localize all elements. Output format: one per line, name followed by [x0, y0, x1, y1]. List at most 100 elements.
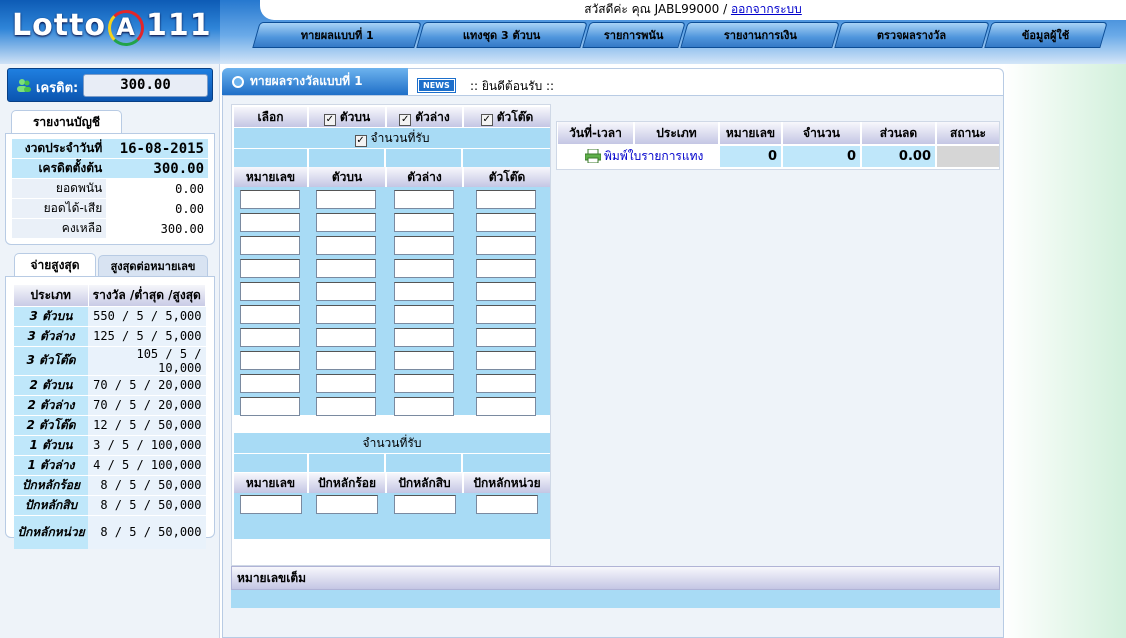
report-number: 0 [720, 146, 782, 167]
tod-amount-input[interactable] [476, 190, 536, 209]
number-input[interactable] [240, 397, 300, 416]
bottom-amount-input[interactable] [394, 236, 454, 255]
top-amount-input[interactable] [316, 397, 376, 416]
number-input[interactable] [240, 328, 300, 347]
bottom-amount-input[interactable] [394, 259, 454, 278]
tod-amount-input[interactable] [476, 374, 536, 393]
page-title-bar: ทายผลรางวัลแบบที่ 1 NEWS :: ยินดีต้อนรับ… [222, 68, 1004, 95]
report-discount: 0.00 [862, 146, 936, 167]
printer-icon [585, 149, 601, 163]
tod-amount-input[interactable] [476, 236, 536, 255]
account-table: งวดประจำวันที่ 16-08-2015 เครดิตตั้งต้น 30… [12, 139, 208, 239]
top-amount-input[interactable] [316, 213, 376, 232]
report-status [937, 146, 999, 167]
tab-max-payout[interactable]: จ่ายสูงสุด [14, 253, 96, 277]
bet-form: เลือก ✓ ตัวบน ✓ ตัวล่าง ✓ ตัวโต๊ด ✓ จำนวนที่… [231, 104, 551, 566]
top-amount-input[interactable] [316, 236, 376, 255]
credit-panel: เครดิต: 300.00 [7, 68, 213, 102]
table-row: 3 ตัวโต๊ด 105 / 5 / 10,000 [14, 345, 206, 375]
nav-tab-bet-set-3-top[interactable]: แทงชุด 3 ตัวบน [416, 22, 588, 48]
table-row: คงเหลือ 300.00 [12, 218, 208, 239]
bottom-amount-input[interactable] [394, 397, 454, 416]
nav-tab-check-results[interactable]: ตรวจผลรางวัล [834, 22, 990, 48]
top-amount-input[interactable] [316, 259, 376, 278]
tab-account-report[interactable]: รายงานบัญชี [11, 110, 122, 134]
tod-amount-input[interactable] [476, 213, 536, 232]
credit-label: เครดิต: [36, 81, 79, 96]
table-row: ปักหลักสิบ 8 / 5 / 50,000 [14, 494, 206, 515]
number-input[interactable] [240, 282, 300, 301]
pin-entry-grid [234, 493, 550, 539]
option-tod[interactable]: ✓ ตัวโต๊ด [464, 107, 550, 127]
bottom-amount-input[interactable] [394, 351, 454, 370]
pin-units-input[interactable] [476, 495, 538, 514]
accepted-amount-row: ✓ จำนวนที่รับ [234, 128, 550, 148]
page-title: ทายผลรางวัลแบบที่ 1 [222, 68, 408, 95]
tod-amount-input[interactable] [476, 351, 536, 370]
option-top[interactable]: ✓ ตัวบน [309, 107, 386, 127]
number-input[interactable] [240, 259, 300, 278]
main-content: ทายผลรางวัลแบบที่ 1 NEWS :: ยินดีต้อนรับ… [222, 68, 1004, 638]
checkbox-bottom[interactable]: ✓ [399, 114, 412, 126]
number-input[interactable] [240, 351, 300, 370]
bottom-amount-input[interactable] [394, 374, 454, 393]
tab-max-per-number[interactable]: สูงสุดต่อหมายเลข [98, 255, 208, 277]
news-text: :: ยินดีต้อนรับ :: [470, 79, 555, 93]
nav-tab-finance-report[interactable]: รายงานการเงิน [680, 22, 840, 48]
tod-amount-input[interactable] [476, 305, 536, 324]
logout-link[interactable]: ออกจากระบบ [731, 2, 802, 16]
bottom-amount-input[interactable] [394, 282, 454, 301]
number-input[interactable] [240, 190, 300, 209]
top-amount-input[interactable] [316, 305, 376, 324]
pin-number-input[interactable] [240, 495, 302, 514]
lotto-logo: Lotto A 111 [0, 0, 220, 64]
table-row: 2 ตัวล่าง 70 / 5 / 20,000 [14, 394, 206, 415]
tod-amount-input[interactable] [476, 282, 536, 301]
tod-amount-input[interactable] [476, 259, 536, 278]
table-row: เครดิตตั้งต้น 300.00 [12, 158, 208, 179]
pin-tens-input[interactable] [394, 495, 456, 514]
account-report-panel: งวดประจำวันที่ 16-08-2015 เครดิตตั้งต้น 30… [5, 133, 215, 245]
bottom-amount-input[interactable] [394, 213, 454, 232]
table-row: 2 ตัวโต๊ด 12 / 5 / 50,000 [14, 414, 206, 435]
number-input[interactable] [240, 374, 300, 393]
bottom-amount-input[interactable] [394, 328, 454, 347]
table-row: 2 ตัวบน 70 / 5 / 20,000 [14, 374, 206, 395]
checkbox-tod[interactable]: ✓ [480, 114, 493, 126]
users-icon [17, 79, 31, 92]
number-input[interactable] [240, 213, 300, 232]
tod-amount-input[interactable] [476, 328, 536, 347]
table-row: 1 ตัวล่าง 4 / 5 / 100,000 [14, 454, 206, 475]
top-amount-input[interactable] [316, 190, 376, 209]
nav-tab-bet-list[interactable]: รายการพนัน [582, 22, 686, 48]
checkbox-accepted[interactable]: ✓ [354, 135, 367, 147]
news-badge: NEWS [418, 79, 455, 92]
select-label: เลือก [234, 107, 308, 127]
top-amount-input[interactable] [316, 282, 376, 301]
number-input[interactable] [240, 305, 300, 324]
top-amount-input[interactable] [316, 351, 376, 370]
bet-report-table: วันที่-เวลา ประเภท หมายเลข จำนวน ส่วนลด … [556, 121, 1000, 170]
bottom-amount-input[interactable] [394, 305, 454, 324]
bottom-amount-input[interactable] [394, 190, 454, 209]
full-numbers-body [231, 590, 1000, 608]
nav-tab-user-info[interactable]: ข้อมูลผู้ใช้ [984, 22, 1108, 48]
top-amount-input[interactable] [316, 328, 376, 347]
table-row: ปักหลักร้อย 8 / 5 / 50,000 [14, 474, 206, 495]
pin-hundreds-input[interactable] [316, 495, 378, 514]
top-amount-input[interactable] [316, 374, 376, 393]
number-input[interactable] [240, 236, 300, 255]
table-row: งวดประจำวันที่ 16-08-2015 [12, 139, 208, 159]
nav-tab-guess-type-1[interactable]: ทายผลแบบที่ 1 [252, 22, 422, 48]
credit-value: 300.00 [83, 74, 208, 97]
checkbox-top[interactable]: ✓ [323, 114, 336, 126]
welcome-text: สวัสดีค่ะ คุณ JABL99000 / [584, 2, 728, 16]
option-bottom[interactable]: ✓ ตัวล่าง [387, 107, 463, 127]
table-row: ยอดพนัน 0.00 [12, 178, 208, 199]
tod-amount-input[interactable] [476, 397, 536, 416]
left-sidebar: Lotto A 111 เครดิต: 300.00 รายงานบัญชี งวด… [0, 0, 220, 638]
print-bet-slip-link[interactable]: พิมพ์ใบรายการแทง [558, 146, 718, 167]
table-row: 3 ตัวล่าง 125 / 5 / 5,000 [14, 325, 206, 346]
right-background [1004, 0, 1126, 638]
payout-table: ประเภท รางวัล /ต่ำสุด /สูงสุด 3 ตัวบน 550 … [14, 285, 206, 549]
